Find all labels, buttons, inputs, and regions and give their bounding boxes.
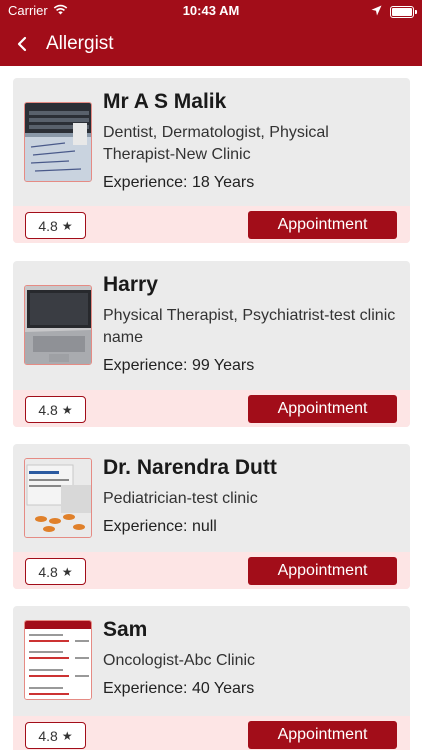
page-title: Allergist — [46, 33, 114, 54]
doctor-photo — [24, 620, 92, 700]
doctor-card[interactable]: Harry Physical Therapist, Psychiatrist-t… — [13, 261, 410, 427]
doctor-experience: Experience: 40 Years — [103, 680, 255, 697]
rating-value: 4.8 — [38, 401, 58, 418]
doctor-card[interactable]: Mr A S Malik Dentist, Dermatologist, Phy… — [13, 78, 410, 243]
star-icon: ★ — [61, 564, 73, 579]
back-button[interactable] — [0, 22, 44, 66]
doctor-specialty: Physical Therapist, Psychiatrist-test cl… — [103, 307, 396, 346]
rating-badge: 4.8 ★ — [25, 558, 86, 585]
doctor-name: Dr. Narendra Dutt — [103, 456, 277, 479]
doctor-specialty: Pediatrician-test clinic — [103, 490, 258, 507]
rating-value: 4.8 — [38, 727, 58, 744]
status-bar: Carrier 10:43 AM — [0, 0, 422, 22]
appointment-button[interactable]: Appointment — [248, 211, 397, 239]
doctor-specialty: Dentist, Dermatologist, Physical Therapi… — [103, 124, 329, 163]
status-right-icons — [371, 4, 417, 19]
rating-badge: 4.8 ★ — [25, 396, 86, 423]
doctor-name: Sam — [103, 618, 148, 641]
doctor-name: Mr A S Malik — [103, 90, 227, 113]
card-footer: 4.8 ★ Appointment — [13, 206, 410, 243]
star-icon: ★ — [61, 218, 73, 233]
appointment-button[interactable]: Appointment — [248, 557, 397, 585]
doctor-specialty: Oncologist-Abc Clinic — [103, 652, 256, 669]
rating-value: 4.8 — [38, 563, 58, 580]
doctor-experience: Experience: 18 Years — [103, 174, 255, 191]
card-footer: 4.8 ★ Appointment — [13, 552, 410, 589]
doctor-photo — [24, 102, 92, 182]
doctor-experience: Experience: null — [103, 518, 217, 535]
status-time: 10:43 AM — [182, 3, 240, 18]
doctor-photo — [24, 458, 92, 538]
appointment-button[interactable]: Appointment — [248, 395, 397, 423]
rating-value: 4.8 — [38, 217, 58, 234]
star-icon: ★ — [61, 728, 73, 743]
doctor-card[interactable]: Sam Oncologist-Abc Clinic Experience: 40… — [13, 606, 410, 750]
location-arrow-icon — [371, 4, 382, 19]
doctor-list[interactable]: Mr A S Malik Dentist, Dermatologist, Phy… — [0, 66, 422, 750]
battery-icon — [390, 5, 417, 18]
doctor-name: Harry — [103, 273, 158, 296]
appointment-button[interactable]: Appointment — [248, 721, 397, 749]
star-icon: ★ — [61, 402, 73, 417]
doctor-experience: Experience: 99 Years — [103, 357, 255, 374]
card-footer: 4.8 ★ Appointment — [13, 716, 410, 750]
doctor-card[interactable]: Dr. Narendra Dutt Pediatrician-test clin… — [13, 444, 410, 589]
card-footer: 4.8 ★ Appointment — [13, 390, 410, 427]
nav-bar: Allergist — [0, 22, 422, 66]
rating-badge: 4.8 ★ — [25, 722, 86, 749]
doctor-photo — [24, 285, 92, 365]
chevron-left-icon — [17, 36, 27, 52]
rating-badge: 4.8 ★ — [25, 212, 86, 239]
